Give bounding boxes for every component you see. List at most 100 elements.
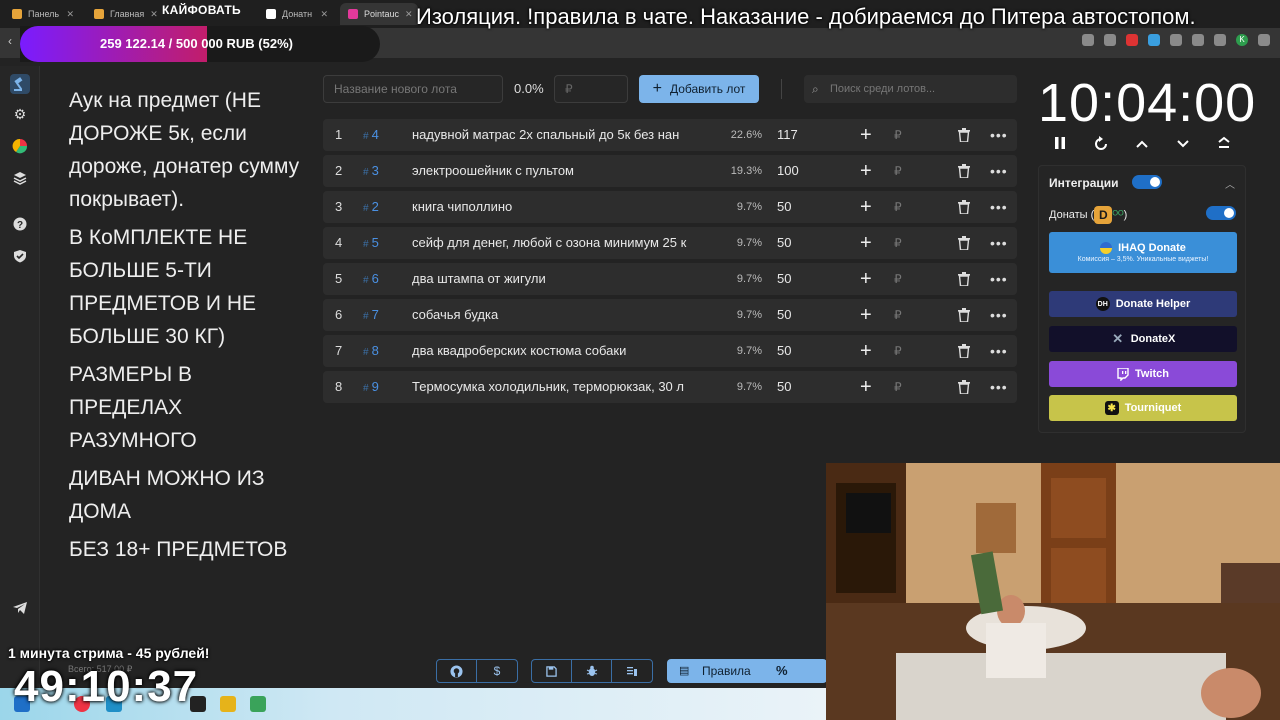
more-options-icon[interactable]: ••• xyxy=(990,119,1008,151)
clear-list-icon[interactable] xyxy=(612,660,652,682)
lot-row[interactable]: 7 #8 два квадроберских костюма собаки 9.… xyxy=(323,335,1017,367)
auction-hammer-icon[interactable] xyxy=(10,74,30,94)
lot-name[interactable]: собачья будка xyxy=(412,299,712,331)
trash-icon[interactable] xyxy=(958,380,970,394)
trash-icon[interactable] xyxy=(958,272,970,286)
lot-name[interactable]: сейф для денег, любой с озона минимум 25… xyxy=(412,227,712,259)
lot-name[interactable]: книга чиполлино xyxy=(412,191,712,223)
telegram-icon[interactable] xyxy=(10,598,30,618)
reset-icon[interactable] xyxy=(1091,136,1111,154)
shield-icon[interactable] xyxy=(10,246,30,266)
add-amount-button[interactable]: + xyxy=(860,335,872,367)
github-icon[interactable] xyxy=(437,660,477,682)
lot-amount[interactable]: 50 xyxy=(777,335,791,367)
donatex-button[interactable]: ✕ DonateX xyxy=(1049,326,1237,352)
add-amount-button[interactable]: + xyxy=(860,263,872,295)
donate-helper-button[interactable]: DH Donate Helper xyxy=(1049,291,1237,317)
lot-id[interactable]: #3 xyxy=(363,155,379,189)
add-amount-button[interactable]: + xyxy=(860,371,872,403)
extension-icon[interactable] xyxy=(1170,34,1182,46)
translate-icon[interactable] xyxy=(1082,34,1094,46)
puzzle-icon[interactable] xyxy=(1192,34,1204,46)
double-chevron-up-icon[interactable] xyxy=(1214,136,1234,154)
trash-icon[interactable] xyxy=(958,308,970,322)
extension-icon[interactable] xyxy=(1126,34,1138,46)
more-options-icon[interactable]: ••• xyxy=(990,299,1008,331)
lot-amount[interactable]: 50 xyxy=(777,371,791,403)
lot-id[interactable]: #5 xyxy=(363,227,379,261)
close-icon[interactable]: ✕ xyxy=(405,9,413,20)
lot-row[interactable]: 2 #3 электроошейник с пультом 19.3% 100 … xyxy=(323,155,1017,187)
lot-name[interactable]: два квадроберских костюма собаки xyxy=(412,335,712,367)
pause-icon[interactable] xyxy=(1050,136,1070,154)
lot-row[interactable]: 1 #4 надувной матрас 2х спальный до 5к б… xyxy=(323,119,1017,151)
more-options-icon[interactable]: ••• xyxy=(990,155,1008,187)
browser-tab[interactable]: Панель ✕ xyxy=(4,3,82,25)
ihaq-donate-button[interactable]: IHAQ Donate Комиссия – 3,5%. Уникальные … xyxy=(1049,232,1237,273)
more-options-icon[interactable]: ••• xyxy=(990,263,1008,295)
lot-id[interactable]: #8 xyxy=(363,335,379,369)
percent-toggle[interactable]: % xyxy=(776,663,788,678)
add-amount-button[interactable]: + xyxy=(860,191,872,223)
lot-amount[interactable]: 117 xyxy=(777,119,798,151)
lot-id[interactable]: #4 xyxy=(363,119,379,153)
help-icon[interactable]: ? xyxy=(10,214,30,234)
app-icon[interactable] xyxy=(250,696,266,712)
lot-name[interactable]: два штампа от жигули xyxy=(412,263,712,295)
lot-id[interactable]: #9 xyxy=(363,371,379,405)
lock-icon[interactable] xyxy=(220,696,236,712)
integrations-toggle[interactable] xyxy=(1132,175,1162,189)
chevron-down-icon[interactable] xyxy=(1173,136,1193,154)
pie-chart-icon[interactable] xyxy=(10,136,30,156)
add-amount-button[interactable]: + xyxy=(860,227,872,259)
lot-amount[interactable]: 50 xyxy=(777,227,791,259)
lot-name[interactable]: Термосумка холодильник, терморюкзак, 30 … xyxy=(412,371,712,403)
dollar-icon[interactable]: $ xyxy=(477,660,517,682)
new-lot-name-input[interactable]: Название нового лота xyxy=(323,75,503,103)
star-icon[interactable] xyxy=(1104,34,1116,46)
rules-button[interactable]: ▤ Правила % xyxy=(667,659,827,683)
lot-row[interactable]: 5 #6 два штампа от жигули 9.7% 50 + ₽ ••… xyxy=(323,263,1017,295)
trash-icon[interactable] xyxy=(958,344,970,358)
menu-icon[interactable] xyxy=(1258,34,1270,46)
collapse-icon[interactable]: ︿ xyxy=(1225,176,1235,191)
twitch-button[interactable]: Twitch xyxy=(1049,361,1237,387)
add-lot-button[interactable]: + Добавить лот xyxy=(639,75,759,103)
lot-id[interactable]: #6 xyxy=(363,263,379,297)
gear-icon[interactable]: ⚙ xyxy=(10,104,30,124)
lot-amount[interactable]: 50 xyxy=(777,263,791,295)
more-options-icon[interactable]: ••• xyxy=(990,227,1008,259)
bug-icon[interactable] xyxy=(572,660,612,682)
lot-amount[interactable]: 50 xyxy=(777,191,791,223)
browser-tab-active[interactable]: Pointauc ✕ xyxy=(340,3,418,25)
lot-name[interactable]: электроошейник с пультом xyxy=(412,155,712,187)
lot-row[interactable]: 6 #7 собачья будка 9.7% 50 + ₽ ••• xyxy=(323,299,1017,331)
trash-icon[interactable] xyxy=(958,200,970,214)
trash-icon[interactable] xyxy=(958,164,970,178)
close-icon[interactable]: ✕ xyxy=(320,9,328,20)
lot-row[interactable]: 8 #9 Термосумка холодильник, терморюкзак… xyxy=(323,371,1017,403)
profile-avatar[interactable]: K xyxy=(1236,34,1248,46)
lot-row[interactable]: 4 #5 сейф для денег, любой с озона миним… xyxy=(323,227,1017,259)
browser-tab[interactable]: Главная ✕ xyxy=(86,3,164,25)
more-options-icon[interactable]: ••• xyxy=(990,191,1008,223)
close-icon[interactable]: ✕ xyxy=(150,9,158,20)
tourniquet-button[interactable]: ✱ Tourniquet xyxy=(1049,395,1237,421)
lot-search-input[interactable]: ⌕ Поиск среди лотов... xyxy=(804,75,1017,103)
lot-name[interactable]: надувной матрас 2х спальный до 5к без на… xyxy=(412,119,712,151)
close-icon[interactable]: ✕ xyxy=(66,9,74,20)
lot-amount[interactable]: 100 xyxy=(777,155,799,187)
browser-tab[interactable]: Донатн ✕ xyxy=(258,3,336,25)
chevron-up-icon[interactable] xyxy=(1132,136,1152,154)
trash-icon[interactable] xyxy=(958,128,970,142)
add-amount-button[interactable]: + xyxy=(860,299,872,331)
add-amount-button[interactable]: + xyxy=(860,155,872,187)
extension-icon[interactable] xyxy=(1148,34,1160,46)
list-icon[interactable] xyxy=(1214,34,1226,46)
donations-toggle[interactable] xyxy=(1206,206,1236,220)
lot-row[interactable]: 3 #2 книга чиполлино 9.7% 50 + ₽ ••• xyxy=(323,191,1017,223)
lot-id[interactable]: #2 xyxy=(363,191,379,225)
layers-icon[interactable] xyxy=(10,168,30,188)
back-arrow-icon[interactable]: ‹ xyxy=(8,34,12,48)
lot-amount[interactable]: 50 xyxy=(777,299,791,331)
